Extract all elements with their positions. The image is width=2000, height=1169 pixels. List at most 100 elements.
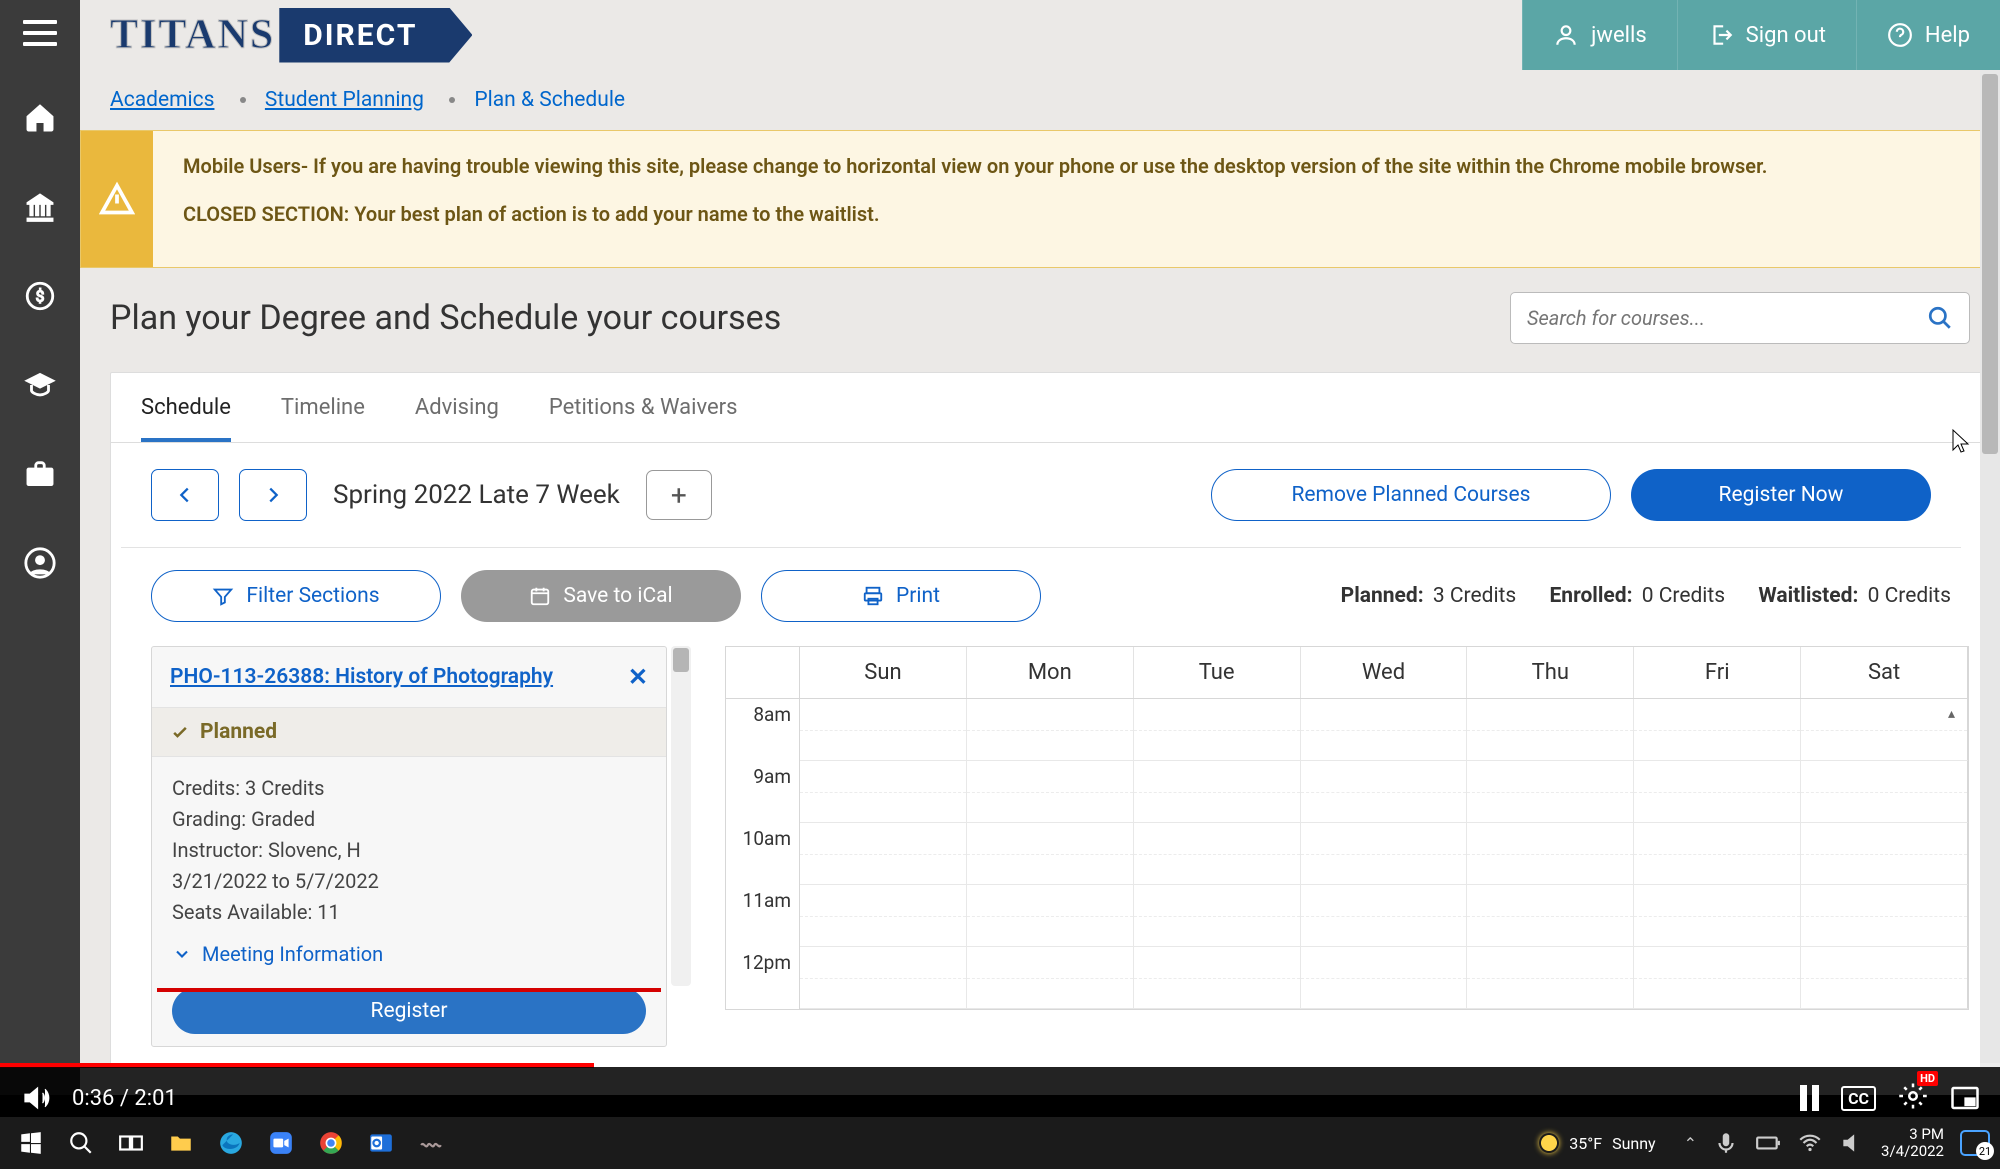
username: jwells (1591, 23, 1647, 48)
add-term-button[interactable]: + (646, 470, 712, 520)
course-status: Planned (152, 707, 666, 757)
windows-taskbar: 35°F Sunny ⌃ 3 PM 3/4/2022 21 (0, 1117, 2000, 1169)
warning-banner: Mobile Users- If you are having trouble … (80, 130, 1992, 268)
day-header: Fri (1634, 647, 1801, 698)
close-icon[interactable]: ✕ (628, 663, 648, 691)
weekly-calendar: Sun Mon Tue Wed Thu Fri Sat 8am 9am 10am… (725, 646, 1969, 1010)
next-term-button[interactable] (239, 469, 307, 521)
crumb-student-planning[interactable]: Student Planning (265, 88, 424, 112)
register-button[interactable]: Register (172, 988, 646, 1034)
tab-timeline[interactable]: Timeline (281, 395, 365, 442)
video-time: 0:36 / 2:01 (72, 1086, 177, 1111)
time-label: 10am (726, 823, 800, 885)
edge-button[interactable] (210, 1122, 252, 1164)
tabbar: Schedule Timeline Advising Petitions & W… (111, 373, 1991, 443)
cond: Sunny (1612, 1134, 1656, 1153)
task-view-button[interactable] (110, 1122, 152, 1164)
outlook-button[interactable] (360, 1122, 402, 1164)
help-button[interactable]: Help (1856, 0, 2000, 70)
ical-label: Save to iCal (563, 584, 672, 608)
course-list-scrollbar[interactable] (671, 646, 691, 986)
course-grading: Grading: Graded (172, 804, 646, 835)
tray-chevron-up-icon[interactable]: ⌃ (1684, 1134, 1697, 1153)
speaker-tray-icon[interactable] (1839, 1130, 1865, 1156)
prev-term-button[interactable] (151, 469, 219, 521)
battery-icon[interactable] (1755, 1130, 1781, 1156)
briefcase-icon[interactable] (23, 457, 57, 491)
time-label: 11am (726, 885, 800, 947)
tab-advising[interactable]: Advising (415, 395, 499, 442)
notification-count: 21 (1976, 1142, 1994, 1160)
course-title-link[interactable]: PHO-113-26388: History of Photography (170, 665, 553, 689)
print-icon (862, 585, 884, 607)
volume-icon[interactable] (20, 1083, 50, 1113)
warning-line1: Mobile Users- If you are having trouble … (183, 151, 1768, 181)
calendar-icon (529, 585, 551, 607)
clock[interactable]: 3 PM 3/4/2022 (1881, 1126, 1944, 1161)
system-tray: ⌃ 3 PM 3/4/2022 21 (1684, 1126, 1990, 1161)
zoom-button[interactable] (260, 1122, 302, 1164)
help-icon (1887, 22, 1913, 48)
page-title: Plan your Degree and Schedule your cours… (110, 298, 1510, 338)
save-ical-button[interactable]: Save to iCal (461, 570, 741, 622)
course-seats: Seats Available: 11 (172, 897, 646, 928)
search-taskbar-button[interactable] (60, 1122, 102, 1164)
course-instructor: Instructor: Slovenc, H (172, 835, 646, 866)
pause-icon[interactable] (1800, 1085, 1819, 1111)
time-label: 8am (726, 699, 800, 761)
left-nav-rail: $ (0, 0, 80, 1095)
day-header: Tue (1134, 647, 1301, 698)
menu-icon[interactable] (23, 20, 57, 46)
course-card: PHO-113-26388: History of Photography ✕ … (151, 646, 667, 1047)
notifications-button[interactable]: 21 (1960, 1130, 1990, 1156)
cc-button[interactable]: CC (1841, 1086, 1876, 1111)
crumb-academics[interactable]: Academics (110, 88, 214, 112)
planning-panel: Schedule Timeline Advising Petitions & W… (110, 372, 1992, 1068)
app-button[interactable] (410, 1122, 452, 1164)
file-explorer-button[interactable] (160, 1122, 202, 1164)
topbar: TITANS DIRECT jwells Sign out Help (80, 0, 2000, 70)
start-button[interactable] (10, 1122, 52, 1164)
day-header: Mon (967, 647, 1134, 698)
search-input[interactable] (1527, 306, 1927, 330)
weather-widget[interactable]: 35°F Sunny (1539, 1133, 1655, 1153)
mic-icon[interactable] (1713, 1130, 1739, 1156)
dollar-coin-icon[interactable]: $ (23, 279, 57, 313)
search-icon[interactable] (1927, 305, 1953, 331)
check-icon (170, 722, 190, 742)
settings-button[interactable]: HD (1898, 1081, 1928, 1115)
day-header: Thu (1467, 647, 1634, 698)
warning-icon (99, 181, 135, 217)
tab-schedule[interactable]: Schedule (141, 395, 231, 442)
wave-icon (418, 1130, 444, 1156)
course-dates: 3/21/2022 to 5/7/2022 (172, 866, 646, 897)
app-scrollbar[interactable] (1980, 70, 2000, 1095)
grad-cap-icon[interactable] (23, 368, 57, 402)
course-search[interactable] (1510, 292, 1970, 344)
print-label: Print (896, 584, 940, 608)
wifi-icon[interactable] (1797, 1130, 1823, 1156)
tab-petitions[interactable]: Petitions & Waivers (549, 395, 738, 442)
user-circle-icon[interactable] (23, 546, 57, 580)
signout-label: Sign out (1746, 23, 1826, 48)
edge-icon (218, 1130, 244, 1156)
chrome-button[interactable] (310, 1122, 352, 1164)
register-now-button[interactable]: Register Now (1631, 469, 1931, 521)
search-icon (68, 1130, 94, 1156)
user-button[interactable]: jwells (1522, 0, 1677, 70)
folder-icon (168, 1130, 194, 1156)
miniplayer-icon[interactable] (1950, 1083, 1980, 1113)
logo-main: TITANS (110, 11, 275, 59)
svg-text:$: $ (36, 288, 45, 306)
meeting-info-toggle[interactable]: Meeting Information (152, 934, 666, 980)
windows-icon (18, 1130, 44, 1156)
bank-icon[interactable] (23, 190, 57, 224)
breadcrumb: Academics Student Planning Plan & Schedu… (80, 70, 2000, 130)
hd-badge: HD (1917, 1071, 1938, 1086)
filter-sections-button[interactable]: Filter Sections (151, 570, 441, 622)
remove-planned-button[interactable]: Remove Planned Courses (1211, 469, 1611, 521)
print-button[interactable]: Print (761, 570, 1041, 622)
home-icon[interactable] (23, 101, 57, 135)
chevron-left-icon (174, 484, 196, 506)
signout-button[interactable]: Sign out (1677, 0, 1856, 70)
